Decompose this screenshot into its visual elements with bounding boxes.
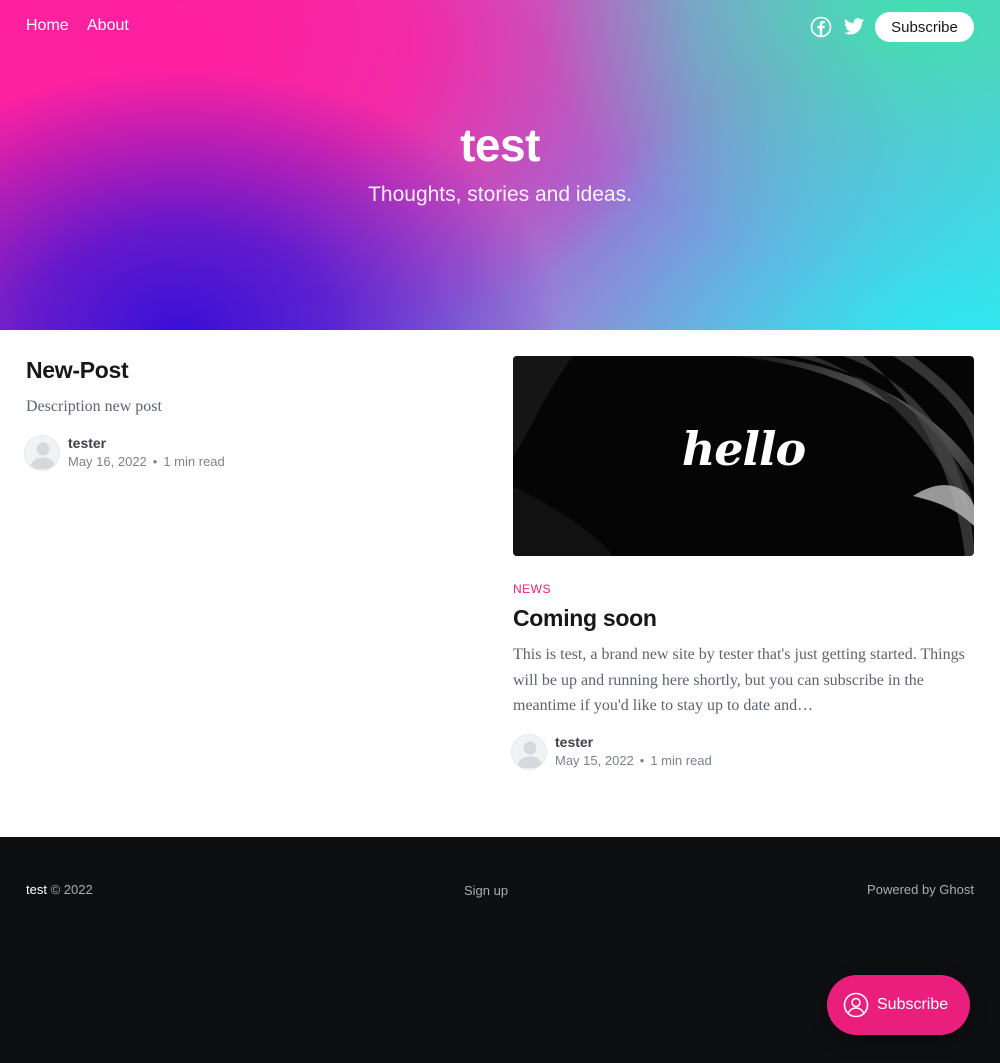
facebook-icon[interactable] <box>810 16 832 38</box>
twitter-icon[interactable] <box>843 16 865 38</box>
post-meta: May 16, 2022 • 1 min read <box>68 454 225 469</box>
site-description: Thoughts, stories and ideas. <box>368 183 632 206</box>
avatar[interactable] <box>511 734 547 770</box>
person-icon <box>517 741 543 768</box>
reading-time: 1 min read <box>650 753 712 768</box>
portal-subscribe-label: Subscribe <box>877 996 949 1013</box>
portal-subscribe-button[interactable]: Subscribe <box>827 975 970 1035</box>
post-date: May 16, 2022 <box>68 454 147 469</box>
site-header: Home About Subscribe test Thoughts, stor… <box>0 0 1000 330</box>
footer-site-link[interactable]: test <box>26 882 47 897</box>
post-title[interactable]: New-Post <box>26 357 129 384</box>
footer-signup-link[interactable]: Sign up <box>464 883 508 898</box>
post-excerpt: Description new post <box>26 398 162 415</box>
person-icon <box>843 992 869 1018</box>
reading-time: 1 min read <box>163 454 225 469</box>
footer-powered-link[interactable]: Powered by Ghost <box>867 882 974 897</box>
post-title[interactable]: Coming soon <box>513 605 657 632</box>
subscribe-button[interactable]: Subscribe <box>875 12 974 42</box>
post-tag[interactable]: NEWS <box>513 582 551 596</box>
post-date: May 15, 2022 <box>555 753 634 768</box>
nav-link-home[interactable]: Home <box>26 17 69 35</box>
nav-link-about[interactable]: About <box>87 17 129 35</box>
footer-copyright: test © 2022 <box>26 882 93 897</box>
feature-image[interactable]: hello <box>513 356 974 556</box>
post-excerpt: This is test, a brand new site by tester… <box>513 646 965 714</box>
feature-image-text: hello <box>681 422 806 476</box>
person-icon <box>30 442 56 469</box>
avatar[interactable] <box>24 435 60 471</box>
site-title: test <box>460 119 540 171</box>
post-meta: May 15, 2022 • 1 min read <box>555 753 712 768</box>
author-name[interactable]: tester <box>68 435 106 451</box>
main-nav: Home About Subscribe <box>0 0 1000 54</box>
author-name[interactable]: tester <box>555 734 593 750</box>
